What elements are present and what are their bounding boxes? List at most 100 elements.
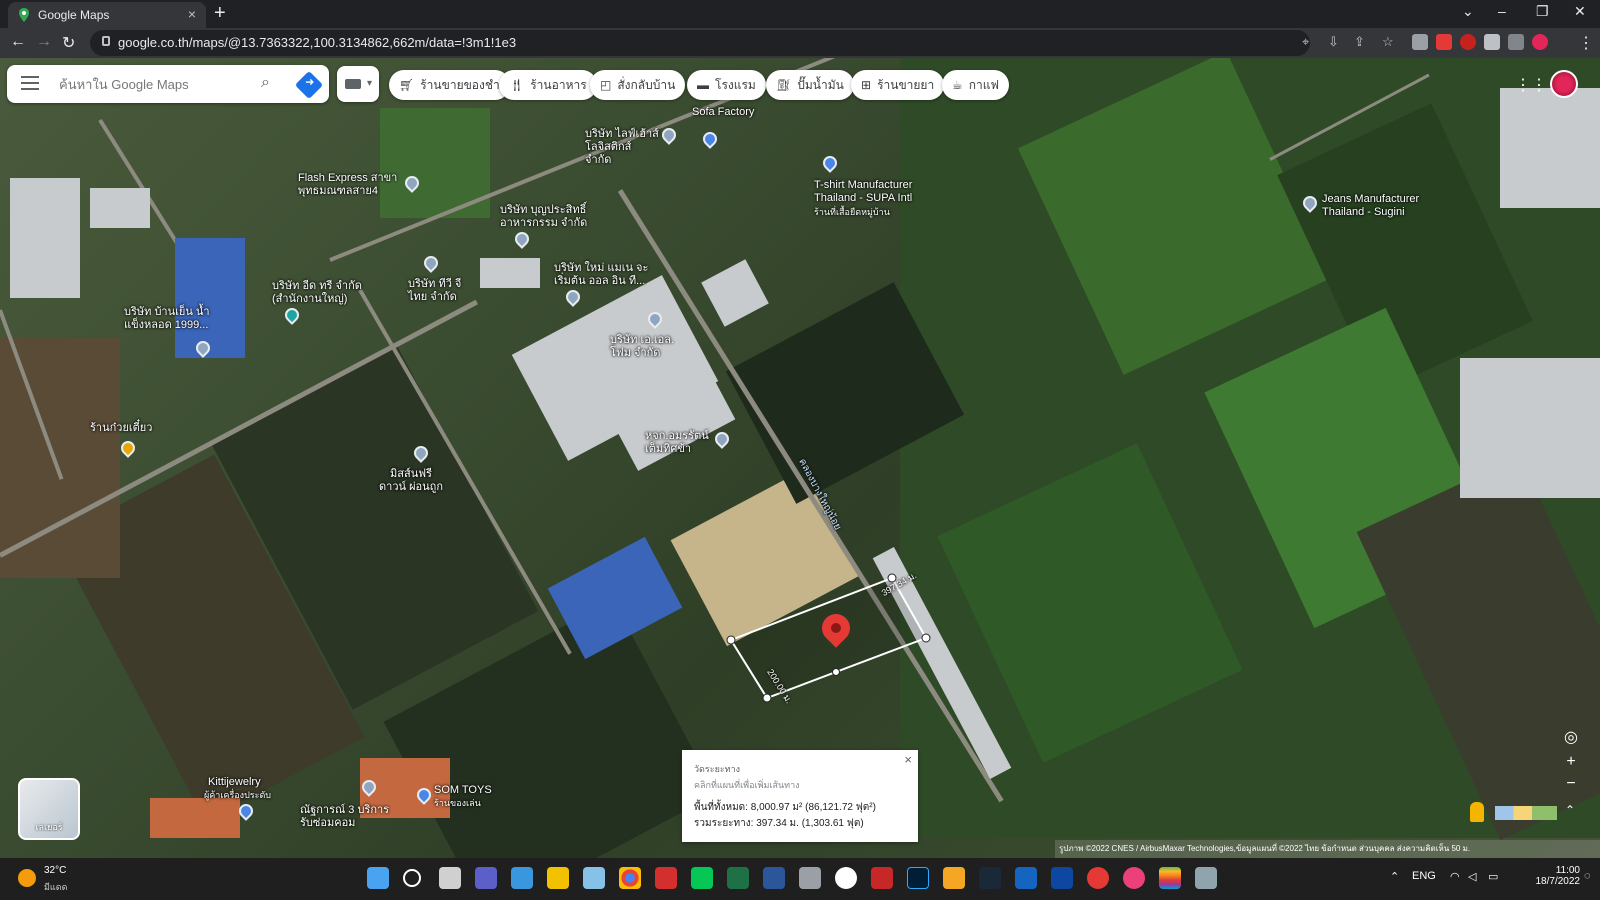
satellite-map[interactable]: 397.34 ม. 200.00 ม. Sofa Factory บริษัท …	[0, 58, 1600, 858]
profile-avatar[interactable]	[1532, 34, 1548, 50]
chat-icon[interactable]	[475, 867, 497, 889]
layers-button[interactable]: เลเยอร์	[18, 778, 80, 840]
app-icon[interactable]	[799, 867, 821, 889]
notification-icon[interactable]: ◌	[1584, 870, 1591, 882]
photos-icon[interactable]	[583, 867, 605, 889]
measure-area: พื้นที่ทั้งหมด: 8,000.97 ม² (86,121.72 ฟ…	[694, 802, 876, 813]
excel-icon[interactable]	[727, 867, 749, 889]
calculator-icon[interactable]	[1195, 867, 1217, 889]
place-label[interactable]: ณัฐการณ์ 3 บริการรับซ่อมคอม	[300, 804, 390, 830]
start-menu-icon[interactable]	[367, 867, 389, 889]
app-icon[interactable]	[1015, 867, 1037, 889]
hotel-icon: ▬	[697, 78, 709, 92]
place-label[interactable]: บริษัท ไลฟ์เฮ้าส์ โลจิสติกส์ จำกัด	[585, 128, 660, 167]
forward-button[interactable]: →	[36, 33, 52, 51]
zoom-in-button[interactable]: +	[1556, 750, 1586, 774]
media-player-icon[interactable]	[1087, 867, 1109, 889]
app-icon[interactable]	[1051, 867, 1073, 889]
new-tab-button[interactable]: +	[214, 2, 226, 25]
place-label[interactable]: Jeans Manufacturer Thailand - Sugini	[1322, 193, 1442, 219]
imagery-thumbnails[interactable]	[1495, 806, 1557, 820]
chevron-up-icon[interactable]: ⌃	[1565, 803, 1575, 817]
place-label[interactable]: Kittijewelry	[208, 776, 261, 789]
place-label[interactable]: Flash Express สาขา พุทธมณฑลสาย4	[298, 172, 402, 198]
volume-icon[interactable]: ◁	[1468, 870, 1476, 883]
account-avatar[interactable]	[1550, 70, 1578, 98]
place-label[interactable]: Sofa Factory	[692, 106, 754, 119]
camera-extension-icon[interactable]	[1412, 34, 1428, 50]
word-icon[interactable]	[763, 867, 785, 889]
close-window-button[interactable]: ✕	[1574, 3, 1586, 20]
place-label[interactable]: ร้านก๋วยเตี๋ยว	[90, 422, 152, 435]
reload-button[interactable]: ↻	[62, 33, 75, 53]
search-input[interactable]	[59, 74, 239, 94]
place-label[interactable]: มิสส์นฟรี ดาวน์ ผ่อนถูก	[376, 468, 446, 494]
app-icon[interactable]	[943, 867, 965, 889]
place-label[interactable]: บริษัท เอ.เอล. โฟม จำกัด	[610, 334, 680, 360]
file-explorer-icon[interactable]	[547, 867, 569, 889]
apple-icon[interactable]	[1159, 867, 1181, 889]
chevron-up-icon[interactable]: ⌃	[1390, 870, 1399, 883]
task-view-icon[interactable]	[439, 867, 461, 889]
chip-gas[interactable]: ⛽︎ ปั๊มน้ำมัน	[766, 70, 854, 100]
chip-coffee[interactable]: ☕︎ กาแฟ	[942, 70, 1009, 100]
system-clock[interactable]: 11:00 18/7/2022	[1520, 865, 1581, 887]
measure-distance: รวมระยะทาง: 397.34 ม. (1,303.61 ฟุต)	[694, 818, 864, 829]
sun-icon[interactable]	[18, 869, 36, 887]
address-bar[interactable]: google.co.th/maps/@13.7363322,100.313486…	[90, 30, 1394, 56]
music-icon[interactable]	[1123, 867, 1145, 889]
line-icon[interactable]	[691, 867, 713, 889]
directions-icon[interactable]	[294, 70, 324, 100]
chip-grocery[interactable]: 🛒︎ ร้านขายของชำ	[389, 70, 510, 100]
place-label[interactable]: บริษัท ใหม่ แมเน จะเริ่มต้น ออล อิน ที..…	[554, 262, 664, 288]
shield-extension-icon[interactable]	[1460, 34, 1476, 50]
tab-search-icon[interactable]: ⌄	[1462, 3, 1474, 20]
place-label[interactable]: บริษัท บุญประสิทธิ์ อาหารกรรม จำกัด	[500, 204, 590, 230]
app-icon[interactable]	[871, 867, 893, 889]
maps-search-box: ⌕	[7, 65, 329, 103]
steam-icon[interactable]	[979, 867, 1001, 889]
browser-tab[interactable]: Google Maps ×	[8, 2, 206, 28]
place-label[interactable]: บริษัท ทีวี จี ไทย จำกัด	[408, 278, 468, 304]
search-icon[interactable]	[403, 869, 421, 887]
photoshop-icon[interactable]	[907, 867, 929, 889]
install-app-icon[interactable]: ⇩	[1328, 34, 1339, 50]
counter-extension-icon[interactable]	[1436, 34, 1452, 50]
back-button[interactable]: ←	[10, 33, 26, 51]
minimize-button[interactable]: –	[1498, 3, 1506, 19]
street-view-pegman-icon[interactable]	[1470, 802, 1484, 822]
place-label[interactable]: หจก.อมรรัตน์ เต็มทิศข้า	[645, 430, 713, 456]
close-icon[interactable]: ×	[904, 752, 912, 767]
weather-temperature[interactable]: 32°C	[44, 865, 66, 876]
app-icon[interactable]	[835, 867, 857, 889]
my-location-icon[interactable]: ◎	[1556, 726, 1586, 750]
puzzle-extensions-icon[interactable]	[1484, 34, 1500, 50]
bookmark-star-icon[interactable]: ☆	[1382, 34, 1394, 50]
chrome-icon[interactable]	[619, 867, 641, 889]
share-icon[interactable]: ⇪	[1354, 34, 1365, 50]
acrobat-icon[interactable]	[655, 867, 677, 889]
menu-icon[interactable]	[21, 76, 39, 90]
restore-button[interactable]: ❐	[1536, 3, 1549, 20]
search-icon[interactable]: ⌕	[261, 74, 270, 92]
side-panel-icon[interactable]	[1508, 34, 1524, 50]
place-label[interactable]: บริษัท บ้านเย็น น้ำแข็งหลอด 1999...	[124, 306, 224, 332]
chip-pharmacy[interactable]: ⊞ ร้านขายยา	[851, 70, 945, 100]
tab-close-icon[interactable]: ×	[188, 6, 196, 22]
battery-icon[interactable]: ▭	[1488, 870, 1498, 883]
zoom-out-button[interactable]: −	[1556, 772, 1586, 796]
place-label[interactable]: บริษัท อีด ทรี จำกัด (สำนักงานใหญ่)	[272, 280, 372, 306]
place-label[interactable]: T-shirt Manufacturer Thailand - SUPA Int…	[814, 179, 934, 205]
language-indicator[interactable]: ENG	[1412, 870, 1436, 882]
chip-restaurants[interactable]: 🍴︎ ร้านอาหาร	[499, 70, 597, 100]
place-label[interactable]: SOM TOYS	[434, 784, 492, 797]
coffee-icon: ☕︎	[952, 78, 963, 92]
chip-takeout[interactable]: ◰ สั่งกลับบ้าน	[590, 70, 686, 100]
chip-label: ร้านขายยา	[877, 77, 935, 92]
input-tools-button[interactable]: ▾	[337, 66, 379, 102]
location-icon[interactable]: ⌖	[1302, 34, 1309, 50]
chip-hotels[interactable]: ▬ โรงแรม	[687, 70, 766, 100]
wifi-icon[interactable]: ◠	[1450, 870, 1460, 883]
desktop-icon[interactable]	[511, 867, 533, 889]
browser-menu-icon[interactable]: ⋮	[1578, 33, 1594, 53]
